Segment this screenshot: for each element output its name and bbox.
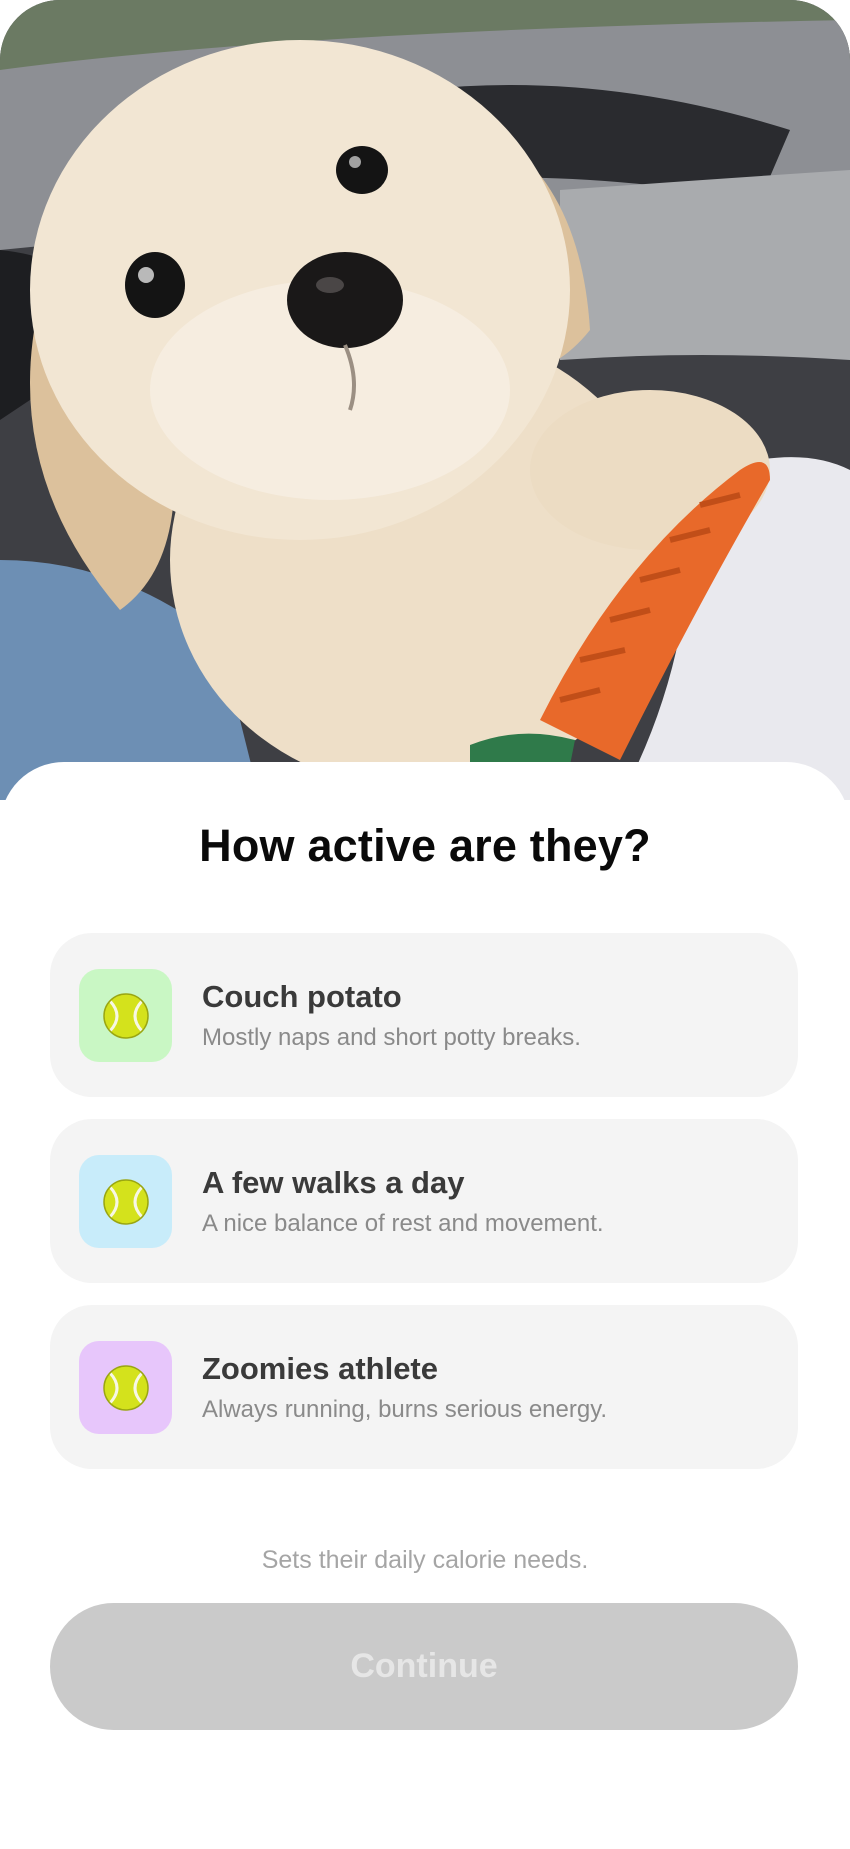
continue-button[interactable]: Continue xyxy=(50,1603,798,1730)
option-description: Always running, burns serious energy. xyxy=(202,1396,608,1423)
option-few-walks[interactable]: A few walks a day A nice balance of rest… xyxy=(50,1119,798,1283)
option-icon-tile xyxy=(79,1155,172,1248)
page-title: How active are they? xyxy=(199,820,651,871)
screen: How active are they? Couch potato Mostly… xyxy=(0,0,850,1849)
puppy-photo xyxy=(0,0,850,800)
option-title: Zoomies athlete xyxy=(202,1351,438,1386)
calorie-hint: Sets their daily calorie needs. xyxy=(261,1546,589,1574)
tennis-ball-icon xyxy=(102,1178,149,1225)
option-description: Mostly naps and short potty breaks. xyxy=(202,1024,581,1051)
option-couch-potato[interactable]: Couch potato Mostly naps and short potty… xyxy=(50,933,798,1097)
option-zoomies-athlete[interactable]: Zoomies athlete Always running, burns se… xyxy=(50,1305,798,1469)
option-description: A nice balance of rest and movement. xyxy=(202,1210,604,1237)
option-icon-tile xyxy=(79,1341,172,1434)
option-icon-tile xyxy=(79,969,172,1062)
tennis-ball-icon xyxy=(102,1364,149,1411)
option-title: A few walks a day xyxy=(202,1165,465,1200)
tennis-ball-icon xyxy=(102,992,149,1039)
option-title: Couch potato xyxy=(202,979,402,1014)
